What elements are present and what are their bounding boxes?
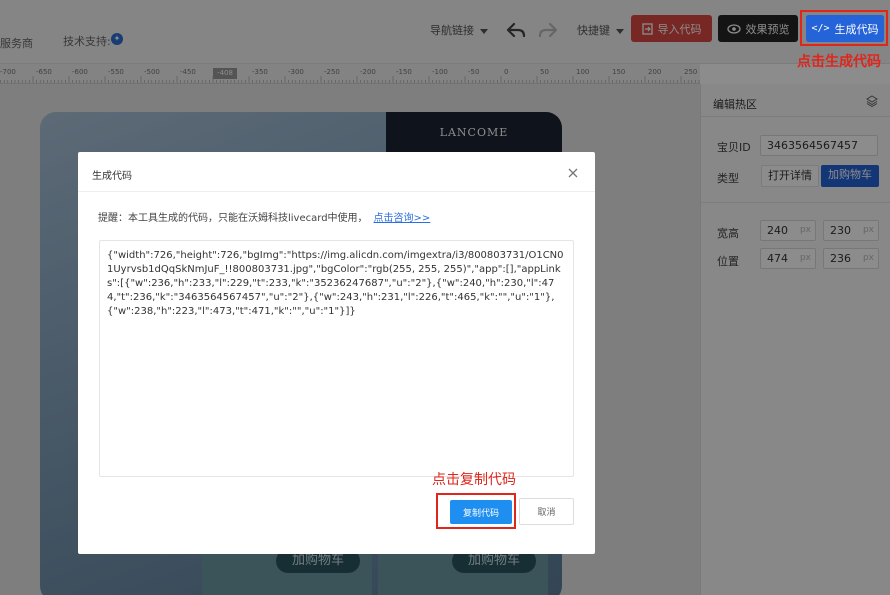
dialog-title: 生成代码 xyxy=(92,171,132,182)
annotation-copy-hint: 点击复制代码 xyxy=(432,472,516,488)
close-icon[interactable] xyxy=(566,166,580,180)
dialog-tip: 提醒：本工具生成的代码，只能在沃姆科技livecard中使用， 点击咨询>> xyxy=(98,209,430,224)
dialog-divider xyxy=(78,191,595,192)
code-output-textarea[interactable]: {"width":726,"height":726,"bgImg":"https… xyxy=(99,240,574,477)
annotation-box-generate xyxy=(800,10,888,46)
annotation-generate-hint: 点击生成代码 xyxy=(797,54,881,70)
generate-code-dialog: 生成代码 提醒：本工具生成的代码，只能在沃姆科技livecard中使用， 点击咨询… xyxy=(78,152,595,554)
consult-link[interactable]: 点击咨询>> xyxy=(374,213,431,224)
cancel-button[interactable]: 取消 xyxy=(519,498,574,525)
annotation-box-copy xyxy=(436,493,516,529)
tip-text: 提醒：本工具生成的代码，只能在沃姆科技livecard中使用， xyxy=(98,213,368,224)
